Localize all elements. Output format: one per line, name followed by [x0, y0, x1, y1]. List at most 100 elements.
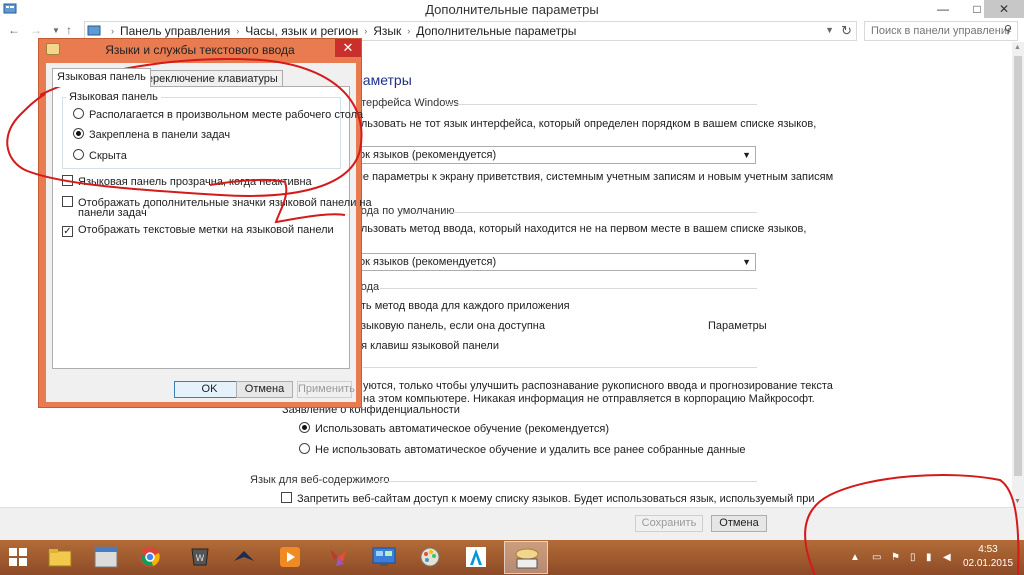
section-divider: [450, 212, 757, 213]
cancel-button[interactable]: Отмена: [711, 515, 767, 532]
radio-selected[interactable]: [299, 422, 310, 433]
tab-language-bar[interactable]: Языковая панель: [52, 68, 151, 87]
taskbar-explorer[interactable]: [46, 544, 74, 570]
taskbar-clock[interactable]: 4:53 02.01.2015: [958, 543, 1018, 571]
welcome-screen-settings-link[interactable]: ые параметры к экрану приветствия, систе…: [355, 171, 833, 183]
text-services-dialog: Языки и службы текстового ввода ✕ Языков…: [38, 38, 372, 408]
display-language-select-value: ок языков (рекомендуется): [359, 149, 497, 161]
breadcrumb-clock-language-region[interactable]: Часы, язык и регион: [245, 24, 358, 38]
taskbar-media-player[interactable]: [276, 544, 304, 570]
breadcrumb-advanced-settings[interactable]: Дополнительные параметры: [416, 24, 576, 38]
tray-expand-icon[interactable]: ▲: [850, 552, 860, 563]
address-dropdown-icon[interactable]: ▼: [825, 25, 834, 35]
text-labels-checkbox[interactable]: ✓ Отображать текстовые метки на языковой …: [62, 224, 334, 237]
clock-time: 4:53: [978, 544, 998, 555]
apply-button[interactable]: Применить: [297, 381, 355, 398]
langbar-hotkeys-link[interactable]: ия клавиш языковой панели: [355, 340, 499, 352]
breadcrumb-separator: ›: [407, 26, 411, 36]
radio-hidden[interactable]: Скрыта: [73, 149, 127, 162]
breadcrumb-language[interactable]: Язык: [373, 24, 401, 38]
radio-hidden-label: Скрыта: [89, 150, 127, 162]
tray-battery-icon[interactable]: ▯: [910, 552, 916, 563]
display-language-select[interactable]: ок языков (рекомендуется) ▼: [340, 146, 756, 164]
taskbar-language-bar-active[interactable]: [504, 541, 548, 574]
default-input-description: ользовать метод ввода, который находится…: [355, 223, 807, 235]
taskbar-game[interactable]: W: [186, 544, 214, 570]
checkbox-checked[interactable]: ✓: [62, 226, 73, 237]
scroll-down-icon[interactable]: ▼: [1014, 498, 1021, 505]
language-bar-group-label: Языковая панель: [66, 91, 161, 103]
radio-selected[interactable]: [73, 128, 84, 139]
auto-learning-label: Использовать автоматическое обучение (ре…: [315, 423, 610, 435]
tray-display-icon[interactable]: ▭: [872, 552, 881, 563]
taskbar-app-bird[interactable]: [230, 544, 258, 570]
checkbox[interactable]: [62, 196, 73, 207]
search-input[interactable]: [864, 21, 1018, 41]
section-divider: [372, 481, 757, 482]
radio-floating-desktop-label: Располагается в произвольном месте рабоч…: [89, 109, 364, 121]
save-button[interactable]: Сохранить: [635, 515, 703, 532]
breadcrumb-separator: ›: [364, 26, 368, 36]
langbar-options-link[interactable]: Параметры: [708, 320, 767, 332]
taskbar-remote-desktop[interactable]: [370, 544, 398, 570]
radio-docked-taskbar[interactable]: Закреплена в панели задач: [73, 128, 230, 141]
clock-date: 02.01.2015: [962, 558, 1014, 569]
close-button[interactable]: ✕: [984, 0, 1024, 18]
dialog-title: Языки и службы текстового ввода: [105, 43, 295, 57]
windows-logo-icon: [9, 548, 27, 566]
per-app-input-option[interactable]: ать метод ввода для каждого приложения: [355, 300, 570, 312]
no-auto-learning-radio[interactable]: Не использовать автоматическое обучение …: [299, 443, 746, 456]
radio-unselected[interactable]: [73, 108, 84, 119]
search-icon[interactable]: ⚲: [1004, 23, 1012, 36]
remote-desktop-icon: [372, 547, 396, 566]
tray-network-icon[interactable]: ▮: [926, 552, 932, 563]
use-langbar-option[interactable]: языковую панель, если она доступна: [355, 320, 545, 332]
scrollbar-thumb[interactable]: [1014, 56, 1022, 476]
transparent-langbar-checkbox[interactable]: Языковая панель прозрачна, когда неактив…: [62, 175, 312, 188]
keyboard-icon: [515, 548, 539, 569]
radio-unselected[interactable]: [299, 443, 310, 454]
scroll-up-icon[interactable]: ▲: [1014, 44, 1021, 51]
forward-arrow-icon[interactable]: →: [30, 23, 42, 37]
ok-button[interactable]: OK: [174, 381, 245, 398]
radio-floating-desktop[interactable]: Располагается в произвольном месте рабоч…: [73, 108, 363, 121]
dialog-close-button[interactable]: ✕: [335, 39, 361, 57]
start-button[interactable]: [4, 544, 32, 570]
taskbar-paint[interactable]: [416, 544, 444, 570]
taskbar-autodesk[interactable]: [462, 544, 490, 570]
block-web-language-list-label: Запретить веб-сайтам доступ к моему спис…: [297, 493, 815, 505]
taskbar-chrome[interactable]: [136, 544, 164, 570]
chrome-icon: [140, 547, 160, 567]
section-divider: [445, 104, 757, 105]
dialog-cancel-button[interactable]: Отмена: [236, 381, 293, 398]
refresh-icon[interactable]: ↻: [841, 23, 852, 39]
no-auto-learning-label: Не использовать автоматическое обучение …: [315, 444, 746, 456]
chevron-down-icon: ▼: [742, 257, 751, 267]
checkbox[interactable]: [281, 492, 292, 503]
fan-icon: [330, 549, 346, 566]
tray-flag-icon[interactable]: ⚑: [891, 552, 900, 563]
play-icon: [280, 547, 300, 567]
block-web-language-list-checkbox[interactable]: Запретить веб-сайтам доступ к моему спис…: [281, 492, 815, 505]
recent-pages-chevron-icon[interactable]: ▼: [52, 26, 60, 35]
breadcrumb-separator: ›: [236, 26, 240, 36]
footer-bar: Сохранить Отмена: [0, 507, 1024, 540]
taskbar-browser[interactable]: [92, 544, 120, 570]
transparent-langbar-label: Языковая панель прозрачна, когда неактив…: [78, 176, 312, 188]
up-arrow-icon[interactable]: ↑: [66, 23, 72, 37]
svg-text:W: W: [196, 554, 205, 564]
checkbox[interactable]: [62, 175, 73, 186]
auto-learning-radio[interactable]: Использовать автоматическое обучение (ре…: [299, 422, 609, 435]
minimize-button[interactable]: —: [930, 0, 956, 18]
section-display-language-header: нтерфейса Windows: [355, 97, 459, 109]
section-divider: [363, 367, 757, 368]
dialog-body: Языковая панель Переключение клавиатуры …: [46, 63, 372, 402]
vertical-scrollbar[interactable]: ▲ ▼: [1012, 42, 1024, 507]
radio-docked-taskbar-label: Закреплена в панели задач: [89, 129, 231, 141]
radio-unselected[interactable]: [73, 149, 84, 160]
default-input-select[interactable]: ок языков (рекомендуется) ▼: [340, 253, 756, 271]
back-arrow-icon[interactable]: ←: [8, 23, 20, 37]
taskbar-app-fan[interactable]: [324, 544, 352, 570]
tray-volume-icon[interactable]: ◀: [943, 552, 951, 563]
breadcrumb-control-panel[interactable]: Панель управления: [120, 24, 230, 38]
